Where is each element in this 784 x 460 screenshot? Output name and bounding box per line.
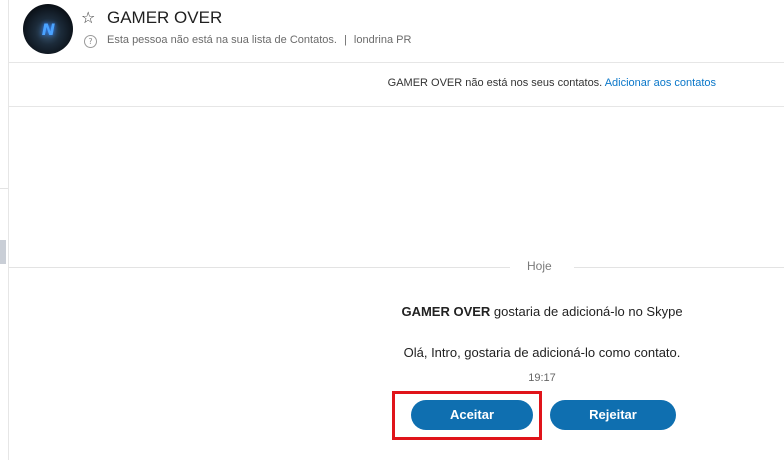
chat-header: N ☆ GAMER OVER ? Esta pessoa não está na… bbox=[9, 0, 784, 63]
status-separator: | bbox=[344, 34, 347, 46]
divider-line-left bbox=[9, 267, 510, 268]
request-timestamp: 19:17 bbox=[528, 372, 556, 384]
request-sender: GAMER OVER bbox=[401, 304, 491, 319]
add-to-contacts-link[interactable]: Adicionar aos contatos bbox=[605, 77, 716, 89]
panel-divider bbox=[0, 188, 8, 189]
request-title-suffix: gostaria de adicioná-lo no Skype bbox=[493, 304, 683, 319]
contact-request-title: GAMER OVER gostaria de adicioná-lo no Sk… bbox=[0, 304, 784, 319]
reject-button[interactable]: Rejeitar bbox=[550, 400, 676, 430]
scrollbar-thumb[interactable] bbox=[0, 240, 6, 264]
not-in-contacts-banner: GAMER OVER não está nos seus contatos. A… bbox=[9, 62, 784, 107]
day-label: Hoje bbox=[527, 259, 552, 273]
accept-button[interactable]: Aceitar bbox=[411, 400, 533, 430]
contact-status: Esta pessoa não está na sua lista de Con… bbox=[107, 34, 411, 46]
avatar-image: N bbox=[41, 19, 55, 39]
banner-message: GAMER OVER não está nos seus contatos. A… bbox=[388, 77, 716, 89]
avatar[interactable]: N bbox=[23, 4, 73, 54]
contact-request-message: Olá, Intro, gostaria de adicioná-lo como… bbox=[403, 345, 681, 360]
contact-name[interactable]: GAMER OVER bbox=[107, 8, 222, 28]
divider-line-right bbox=[574, 267, 784, 268]
day-divider: Hoje bbox=[9, 259, 784, 273]
left-panel-edge bbox=[0, 0, 9, 460]
status-text: Esta pessoa não está na sua lista de Con… bbox=[107, 34, 337, 46]
help-icon[interactable]: ? bbox=[84, 35, 97, 48]
contact-location: londrina PR bbox=[353, 34, 412, 46]
star-icon[interactable]: ☆ bbox=[81, 8, 95, 27]
banner-text: GAMER OVER não está nos seus contatos. bbox=[387, 77, 603, 89]
